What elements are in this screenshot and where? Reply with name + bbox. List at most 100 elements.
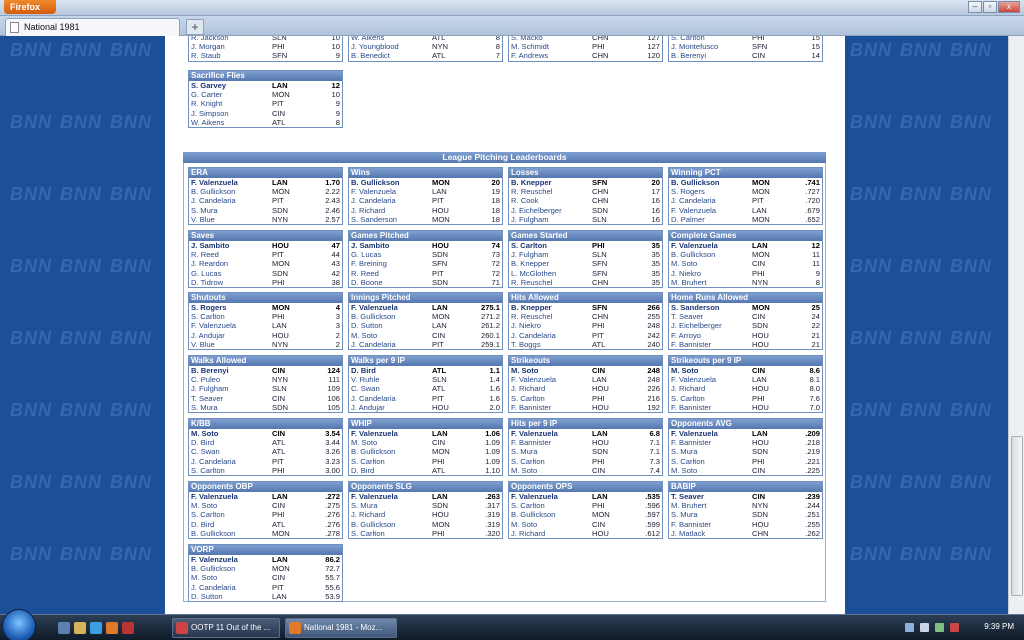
player-name[interactable]: J. Richard: [351, 510, 432, 519]
player-name[interactable]: S. Carlton: [511, 241, 592, 250]
player-name[interactable]: S. Carlton: [351, 457, 432, 466]
player-name[interactable]: R. Cook: [511, 196, 592, 205]
firefox-quicklaunch-icon[interactable]: [106, 622, 118, 634]
player-name[interactable]: M. Soto: [511, 520, 592, 529]
player-name[interactable]: F. Valenzuela: [351, 303, 432, 312]
player-name[interactable]: T. Seaver: [671, 492, 752, 501]
player-name[interactable]: B. Gullickson: [191, 564, 272, 573]
player-name[interactable]: B. Gullickson: [351, 312, 432, 321]
player-name[interactable]: D. Bird: [351, 366, 432, 375]
player-name[interactable]: J. Fulgham: [511, 215, 592, 224]
player-name[interactable]: D. Palmer: [671, 215, 752, 224]
player-name[interactable]: J. Fulgham: [191, 384, 272, 393]
player-name[interactable]: R. Reuschel: [511, 312, 592, 321]
player-name[interactable]: S. Carlton: [511, 457, 592, 466]
player-name[interactable]: J. Candelaria: [351, 196, 432, 205]
show-desktop-icon[interactable]: [58, 622, 70, 634]
player-name[interactable]: F. Valenzuela: [671, 241, 752, 250]
player-name[interactable]: S. Sanderson: [351, 215, 432, 224]
player-name[interactable]: J. Sambito: [351, 241, 432, 250]
player-name[interactable]: S. Mura: [191, 206, 272, 215]
player-name[interactable]: G. Lucas: [351, 250, 432, 259]
player-name[interactable]: J. Sambito: [191, 241, 272, 250]
player-name[interactable]: J. Andujar: [191, 331, 272, 340]
player-name[interactable]: F. Valenzuela: [511, 375, 592, 384]
player-name[interactable]: B. Gullickson: [511, 510, 592, 519]
player-name[interactable]: S. Carlton: [511, 394, 592, 403]
player-name[interactable]: S. Carlton: [351, 529, 432, 538]
player-name[interactable]: F. Valenzuela: [351, 492, 432, 501]
player-name[interactable]: B. Gullickson: [671, 178, 752, 187]
player-name[interactable]: S. Rogers: [671, 187, 752, 196]
player-name[interactable]: J. Candelaria: [671, 196, 752, 205]
maximize-button[interactable]: ▫: [983, 1, 997, 13]
player-name[interactable]: F. Valenzuela: [671, 429, 752, 438]
minimize-button[interactable]: –: [968, 1, 982, 13]
player-name[interactable]: D. Boone: [351, 278, 432, 287]
player-name[interactable]: J. Andujar: [351, 403, 432, 412]
player-name[interactable]: M. Soto: [191, 501, 272, 510]
player-name[interactable]: F. Breining: [351, 259, 432, 268]
scroll-thumb[interactable]: [1011, 436, 1023, 596]
close-button[interactable]: x: [998, 1, 1020, 13]
task-ootp[interactable]: OOTP 11 Out of the ...: [172, 618, 280, 638]
ie-icon[interactable]: [90, 622, 102, 634]
player-name[interactable]: J. Candelaria: [511, 331, 592, 340]
player-name[interactable]: B. Berenyi: [671, 51, 752, 60]
player-name[interactable]: G. Carter: [191, 90, 272, 99]
player-name[interactable]: F. Valenzuela: [671, 206, 752, 215]
player-name[interactable]: M. Soto: [671, 466, 752, 475]
player-name[interactable]: B. Knepper: [511, 259, 592, 268]
player-name[interactable]: M. Soto: [671, 259, 752, 268]
tray-icon[interactable]: [950, 623, 959, 632]
vertical-scrollbar[interactable]: [1008, 36, 1024, 614]
player-name[interactable]: F. Bannister: [671, 520, 752, 529]
player-name[interactable]: F. Valenzuela: [511, 492, 592, 501]
player-name[interactable]: M. Soto: [351, 438, 432, 447]
player-name[interactable]: B. Berenyi: [191, 366, 272, 375]
player-name[interactable]: V. Blue: [191, 340, 272, 349]
player-name[interactable]: J. Richard: [511, 529, 592, 538]
player-name[interactable]: S. Mura: [671, 447, 752, 456]
folder-icon[interactable]: [74, 622, 86, 634]
player-name[interactable]: J. Eichelberger: [671, 321, 752, 330]
player-name[interactable]: R. Reuschel: [511, 278, 592, 287]
player-name[interactable]: R. Reed: [351, 269, 432, 278]
player-name[interactable]: M. Schmidt: [511, 42, 592, 51]
player-name[interactable]: J. Niekro: [511, 321, 592, 330]
player-name[interactable]: J. Candelaria: [351, 340, 432, 349]
player-name[interactable]: J. Morgan: [191, 42, 272, 51]
player-name[interactable]: D. Sutton: [191, 592, 272, 601]
player-name[interactable]: V. Ruhle: [351, 375, 432, 384]
player-name[interactable]: D. Bird: [191, 438, 272, 447]
player-name[interactable]: T. Boggs: [511, 340, 592, 349]
player-name[interactable]: D. Bird: [351, 466, 432, 475]
player-name[interactable]: J. Candelaria: [191, 457, 272, 466]
player-name[interactable]: M. Soto: [191, 573, 272, 582]
player-name[interactable]: F. Valenzuela: [511, 429, 592, 438]
player-name[interactable]: J. Matlack: [671, 529, 752, 538]
player-name[interactable]: B. Gullickson: [351, 447, 432, 456]
player-name[interactable]: C. Puleo: [191, 375, 272, 384]
start-button[interactable]: [2, 609, 36, 640]
player-name[interactable]: J. Candelaria: [351, 394, 432, 403]
player-name[interactable]: D. Bird: [191, 520, 272, 529]
player-name[interactable]: M. Soto: [351, 331, 432, 340]
player-name[interactable]: D. Tidrow: [191, 278, 272, 287]
player-name[interactable]: T. Seaver: [191, 394, 272, 403]
volume-icon[interactable]: [920, 623, 929, 632]
player-name[interactable]: F. Valenzuela: [191, 555, 272, 564]
player-name[interactable]: B. Benedict: [351, 51, 432, 60]
player-name[interactable]: F. Bannister: [511, 438, 592, 447]
player-name[interactable]: B. Gullickson: [191, 187, 272, 196]
player-name[interactable]: R. Knight: [191, 99, 272, 108]
player-name[interactable]: S. Mura: [191, 403, 272, 412]
task-firefox[interactable]: National 1981 - Moz...: [285, 618, 397, 638]
player-name[interactable]: S. Carlton: [191, 312, 272, 321]
browser-tab[interactable]: National 1981: [5, 18, 180, 36]
player-name[interactable]: F. Valenzuela: [191, 492, 272, 501]
player-name[interactable]: R. Reuschel: [511, 187, 592, 196]
firefox-menu-button[interactable]: Firefox: [4, 0, 56, 14]
player-name[interactable]: F. Valenzuela: [191, 321, 272, 330]
player-name[interactable]: J. Fulgham: [511, 250, 592, 259]
